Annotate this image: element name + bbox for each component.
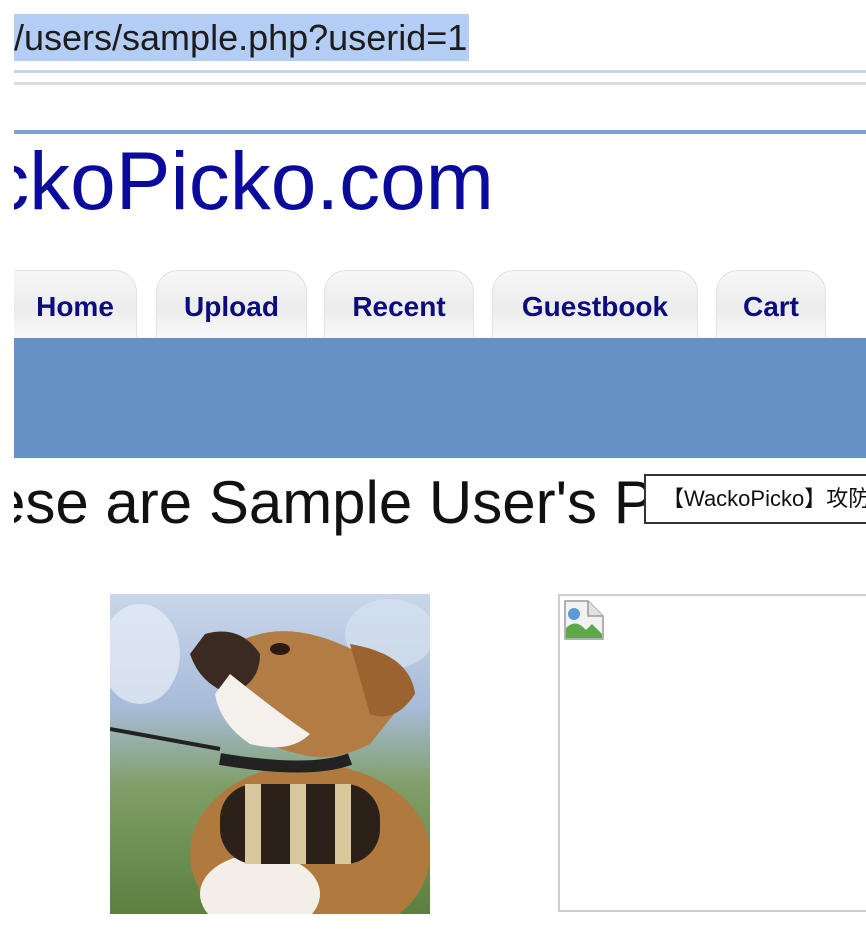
- divider-line: [14, 70, 866, 73]
- site-header: WackoPicko.com: [14, 134, 866, 230]
- tab-home-label: Home: [36, 291, 114, 322]
- site-title[interactable]: WackoPicko.com: [14, 136, 494, 228]
- tab-cart-label: Cart: [742, 291, 799, 322]
- tooltip: 【WackoPicko】攻防: [644, 474, 866, 524]
- dog-photo-image: [110, 594, 430, 914]
- nav-banner: [14, 338, 866, 458]
- broken-image[interactable]: [558, 594, 866, 912]
- address-bar[interactable]: /users/sample.php?userid=1: [14, 14, 470, 62]
- tab-cart[interactable]: Cart: [716, 270, 826, 340]
- divider-line: [14, 82, 866, 85]
- url-text[interactable]: /users/sample.php?userid=1: [14, 14, 470, 61]
- tab-recent[interactable]: Recent: [324, 270, 474, 340]
- dog-photo[interactable]: [110, 594, 430, 914]
- tab-upload-label: Upload: [184, 291, 279, 322]
- tab-upload[interactable]: Upload: [156, 270, 307, 340]
- nav-tabs: Home Upload Recent Guestbook Cart: [14, 270, 866, 340]
- tab-home[interactable]: Home: [14, 270, 137, 340]
- tab-guestbook-label: Guestbook: [521, 291, 669, 322]
- broken-image-icon: [564, 600, 604, 640]
- tab-recent-label: Recent: [352, 291, 446, 322]
- tab-guestbook[interactable]: Guestbook: [492, 270, 698, 340]
